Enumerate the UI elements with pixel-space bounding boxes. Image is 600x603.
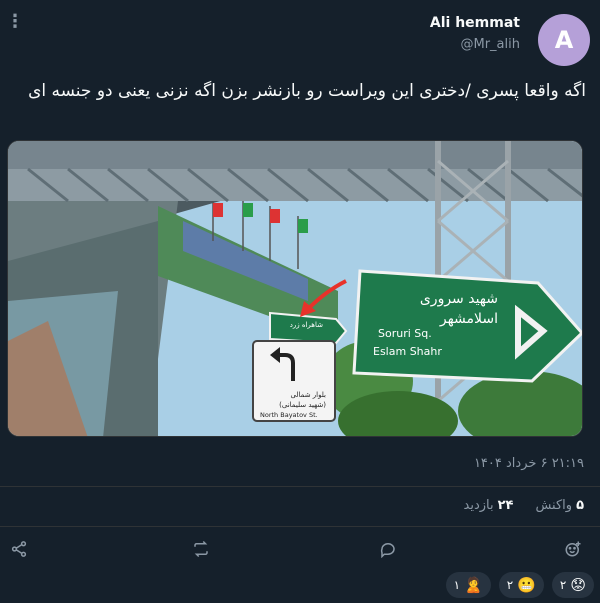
more-options-icon[interactable]: ⋮ [6,12,24,32]
divider [0,486,600,487]
divider [0,526,600,527]
views-label: بازدید [463,498,494,513]
svg-text:Eslam Shahr: Eslam Shahr [373,345,442,358]
reactions-stat[interactable]: ۵واکنش [535,498,584,513]
tweet-image[interactable]: شهید سروری اسلامشهر Soruri Sq. Eslam Sha… [7,140,583,437]
svg-text:(شهید سلیمانی): (شهید سلیمانی) [279,401,326,409]
tweet-text: اگه واقعا پسری /دختری این ویراست رو بازن… [28,81,586,101]
svg-text:بلوار شمالی: بلوار شمالی [291,391,326,399]
reactions-count: ۵ [576,498,584,513]
reaction-chip[interactable]: ۲ 😬 [498,572,544,598]
avatar-letter: A [554,26,574,54]
tweet-stats: ۵واکنش ۲۴بازدید [464,498,584,513]
author-info: Ali hemmat @Mr_alih [430,14,520,56]
author-handle[interactable]: @Mr_alih [430,34,521,56]
reaction-chip[interactable]: ۲ 😟 [551,572,594,598]
reply-icon[interactable] [377,538,399,560]
sad-face-icon: 😟 [570,575,586,594]
reaction-count: ۲ [559,578,567,592]
reactions-label: واکنش [535,498,573,513]
tweet-timestamp[interactable]: ۲۱:۱۹ ۶ خرداد ۱۴۰۴ [474,456,584,471]
views-stat: ۲۴بازدید [464,498,514,513]
author-name[interactable]: Ali hemmat [430,14,520,32]
svg-text:شاهراه زرد: شاهراه زرد [290,321,323,329]
svg-text:شهید سروری: شهید سروری [420,291,498,307]
share-icon[interactable] [8,538,30,560]
add-reaction-icon[interactable] [562,538,584,560]
svg-text:اسلامشهر: اسلامشهر [439,311,498,327]
svg-text:North Bayatov St.: North Bayatov St. [260,411,318,419]
grimace-face-icon: 😬 [517,575,536,594]
avatar[interactable]: A [538,14,590,66]
reaction-chip[interactable]: ۱ 🙎 [445,572,491,598]
retweet-icon[interactable] [190,538,212,560]
person-icon: 🙎 [464,575,483,594]
views-count: ۲۴ [497,498,514,513]
reactions-bar: ۱ 🙎 ۲ 😬 ۲ 😟 [445,572,594,598]
svg-text:Soruri Sq.: Soruri Sq. [378,327,432,340]
action-bar [0,538,600,562]
reaction-count: ۱ [453,578,461,592]
reaction-count: ۲ [506,578,514,592]
